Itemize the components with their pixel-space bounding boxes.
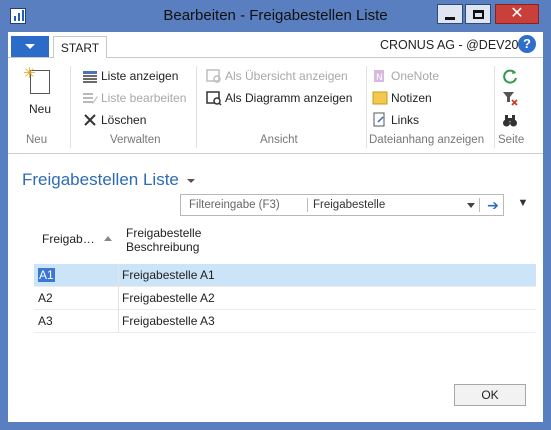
application-window: Bearbeiten - Freigabestellen Liste ✕ STA… [0,0,551,430]
column-header-description-line1: Freigabestelle [126,226,202,240]
column-header-description-line2: Beschreibung [126,240,200,254]
liste-anzeigen-label: Liste anzeigen [101,69,179,83]
links-label: Links [391,113,420,127]
table-row[interactable]: A2 Freigabestelle A2 [34,287,536,310]
refresh-button[interactable] [502,66,521,86]
links-button[interactable]: Links [372,110,419,130]
list-view-icon [82,68,98,84]
table-row[interactable]: A3 Freigabestelle A3 [34,310,536,333]
grid-header: Freigab… Freigabestelle Beschreibung [34,226,536,264]
minimize-button[interactable] [437,4,463,24]
group-label-neu: Neu [26,134,48,146]
ribbon-separator [196,66,197,148]
cell-code[interactable]: A3 [38,314,53,328]
liste-anzeigen-button[interactable]: Liste anzeigen [82,66,178,86]
minimize-icon [445,16,455,20]
cell-description[interactable]: Freigabestelle A1 [122,268,215,282]
overview-icon [206,68,222,84]
onenote-icon: N [372,68,388,84]
ribbon-tab-bar: START CRONUS AG - @DEV20… ? [8,32,543,59]
column-header-description[interactable]: Freigabestelle Beschreibung [126,226,201,254]
ribbon-separator [366,66,367,148]
cell-code[interactable]: A2 [38,291,53,305]
list-edit-icon [82,90,98,106]
filter-field-dropdown-icon[interactable] [467,203,475,208]
new-button-label: Neu [28,102,51,116]
delete-x-icon [82,112,98,128]
tab-start[interactable]: START [53,36,107,59]
cell-description[interactable]: Freigabestelle A2 [122,291,215,305]
cell-divider [118,287,119,310]
binoculars-icon [502,112,518,128]
liste-bearbeiten-label: Liste bearbeiten [101,91,187,105]
sparkle-icon: ✳ [23,65,36,82]
group-label-dateianhang: Dateianhang anzeigen [369,134,485,146]
filter-input[interactable]: Filtereingabe (F3) [189,199,280,211]
cell-code[interactable]: A1 [38,268,55,282]
notizen-label: Notizen [391,91,432,105]
chevron-down-icon [25,44,35,49]
filter-bar: Filtereingabe (F3) Freigabestelle ➔ [180,194,504,216]
application-menu-button[interactable] [11,36,49,57]
als-diagramm-label: Als Diagramm anzeigen [225,91,353,105]
onenote-button[interactable]: N OneNote [372,66,439,86]
new-button[interactable]: ✳ Neu [20,66,60,126]
als-uebersicht-button[interactable]: Als Übersicht anzeigen [206,66,348,86]
als-diagramm-button[interactable]: Als Diagramm anzeigen [206,88,352,108]
cell-divider [118,264,119,287]
onenote-label: OneNote [391,69,440,83]
cell-divider [118,310,119,333]
apply-filter-arrow-icon[interactable]: ➔ [485,197,501,213]
ribbon: ✳ Neu Neu Liste anzeigen Liste bearbeite… [8,58,543,154]
page-title: Freigabestellen Liste [22,170,179,189]
group-label-ansicht: Ansicht [260,134,298,146]
als-uebersicht-label: Als Übersicht anzeigen [225,69,348,83]
ok-button[interactable]: OK [454,384,526,406]
close-button[interactable]: ✕ [495,4,539,24]
filter-divider [307,198,308,212]
sort-ascending-icon [104,236,112,241]
window-content: START CRONUS AG - @DEV20… ? ✳ Neu Neu Li… [8,32,543,422]
link-icon [372,112,388,128]
loeschen-button[interactable]: Löschen [82,110,146,130]
notizen-button[interactable]: Notizen [372,88,432,108]
refresh-icon [502,68,518,84]
data-grid: Freigab… Freigabestelle Beschreibung A1 … [34,226,536,333]
svg-text:N: N [376,73,383,83]
maximize-button[interactable] [465,4,491,24]
maximize-icon [472,9,484,19]
cell-description[interactable]: Freigabestelle A3 [122,314,215,328]
table-row[interactable]: A1 Freigabestelle A1 [34,264,536,287]
title-bar[interactable]: Bearbeiten - Freigabestellen Liste ✕ [0,0,551,32]
ribbon-separator [494,66,495,148]
clear-filter-icon [502,90,518,106]
filter-field-select[interactable]: Freigabestelle [313,199,385,211]
collapse-chevron-icon[interactable]: ▼ [516,196,530,210]
group-label-seite: Seite [498,134,525,146]
help-icon[interactable]: ? [518,35,536,53]
loeschen-label: Löschen [101,113,147,127]
group-label-verwalten: Verwalten [110,134,161,146]
company-name[interactable]: CRONUS AG - @DEV20… [380,38,531,52]
page-title-dropdown[interactable]: Freigabestellen Liste [22,168,195,192]
close-icon: ✕ [510,5,524,22]
liste-bearbeiten-button[interactable]: Liste bearbeiten [82,88,186,108]
filter-divider [479,198,480,212]
ribbon-separator [70,66,71,148]
find-button[interactable] [502,110,521,130]
note-icon [372,90,388,106]
column-header-code[interactable]: Freigab… [42,232,95,246]
clear-filter-button[interactable] [502,88,521,108]
chart-view-icon [206,90,222,106]
chevron-down-icon [186,179,195,183]
